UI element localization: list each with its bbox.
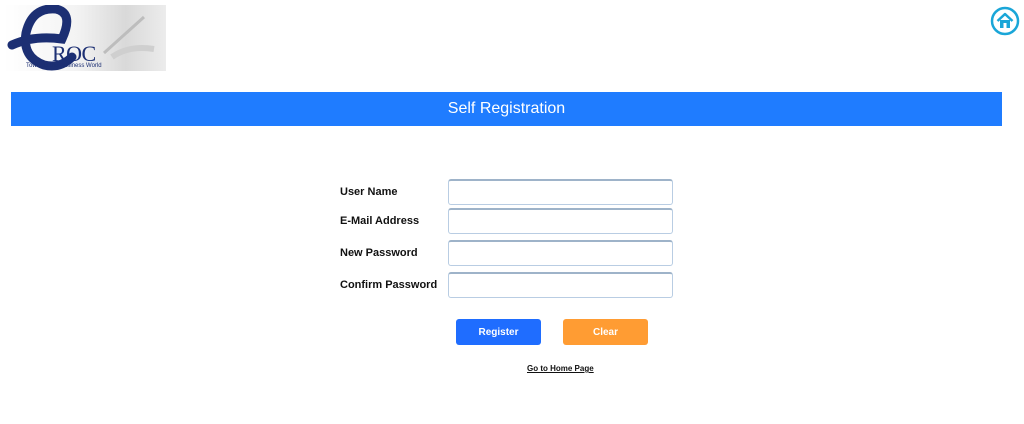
email-label: E-Mail Address [340, 215, 420, 227]
form-row-confirm-password: Confirm Password [340, 272, 680, 298]
confirm-password-label: Confirm Password [340, 279, 438, 291]
home-icon [990, 6, 1020, 36]
logo-tagline: Towards the Business World [26, 63, 102, 69]
email-input[interactable] [448, 208, 673, 234]
confirm-password-input[interactable] [448, 272, 673, 298]
new-password-input[interactable] [448, 240, 673, 266]
home-button[interactable] [990, 6, 1020, 36]
new-password-label: New Password [340, 247, 418, 259]
page-title: Self Registration [447, 100, 566, 117]
form-row-username: User Name [340, 179, 680, 205]
username-label: User Name [340, 186, 398, 198]
form-row-email: E-Mail Address [340, 208, 680, 234]
go-to-home-page-link[interactable]: Go to Home Page [527, 364, 594, 373]
eroc-logo: ROC Towards the Business World [4, 5, 166, 71]
page-title-banner: Self Registration [11, 92, 1002, 126]
form-row-new-password: New Password [340, 240, 680, 266]
username-input[interactable] [448, 179, 673, 205]
register-button[interactable]: Register [456, 319, 541, 345]
registration-page: ROC Towards the Business World Self Regi… [0, 0, 1024, 424]
clear-button[interactable]: Clear [563, 319, 648, 345]
